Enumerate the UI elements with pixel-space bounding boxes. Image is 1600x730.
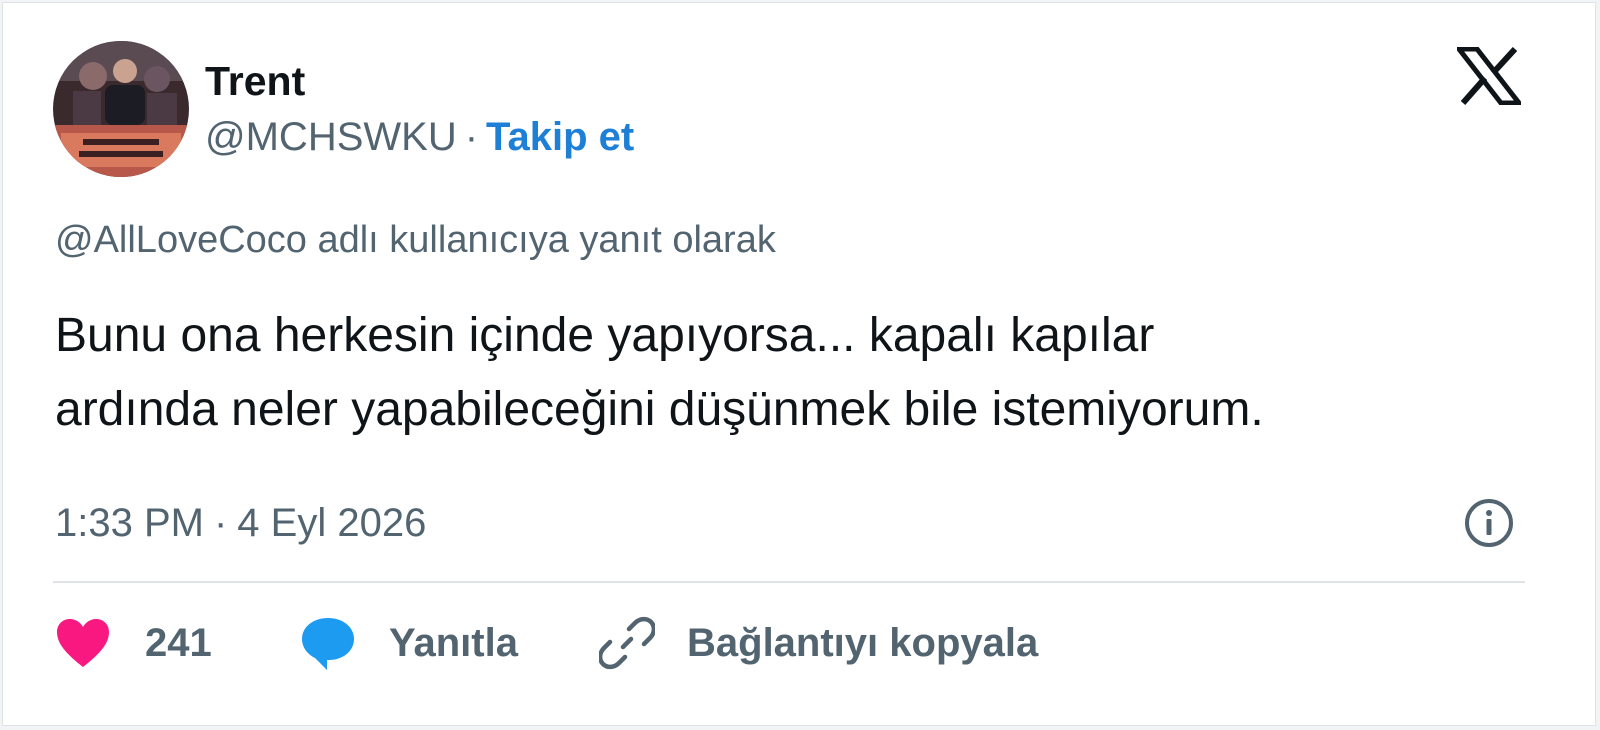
info-icon[interactable] xyxy=(1463,497,1515,549)
handle-separator: · xyxy=(464,115,479,159)
tweet-card: Trent @MCHSWKU · Takip et @AllLoveCoco adl… xyxy=(2,2,1596,726)
copy-link-button[interactable]: Bağlantıyı kopyala xyxy=(599,611,1038,675)
tweet-timestamp[interactable]: 1:33 PM · 4 Eyl 2026 xyxy=(55,499,426,547)
reply-button[interactable]: Yanıtla xyxy=(299,611,518,675)
like-button[interactable]: 241 xyxy=(55,611,212,675)
handle-row: @MCHSWKU · Takip et xyxy=(205,113,634,161)
reply-label: Yanıtla xyxy=(389,620,518,665)
link-icon xyxy=(599,616,655,670)
timestamp-separator: · xyxy=(213,501,228,545)
author-handle[interactable]: @MCHSWKU xyxy=(205,115,457,159)
tweet-text-line: Bunu ona herkesin içinde yapıyorsa... ka… xyxy=(55,309,1155,362)
tweet-text-line: ardında neler yapabileceğini düşünmek bi… xyxy=(55,383,1264,436)
heart-icon xyxy=(57,619,109,667)
avatar[interactable] xyxy=(53,41,189,177)
x-logo-icon[interactable] xyxy=(1457,47,1521,105)
tweet-date: 4 Eyl 2026 xyxy=(237,501,427,545)
copy-link-label: Bağlantıyı kopyala xyxy=(687,620,1039,665)
like-count: 241 xyxy=(145,620,212,665)
reply-context[interactable]: @AllLoveCoco adlı kullanıcıya yanıt olar… xyxy=(55,217,776,263)
avatar-image xyxy=(53,41,189,177)
follow-button[interactable]: Takip et xyxy=(486,115,634,159)
divider xyxy=(53,581,1525,583)
speech-bubble-icon xyxy=(302,618,354,670)
tweet-text: Bunu ona herkesin içinde yapıyorsa... ka… xyxy=(55,299,1555,447)
author-name[interactable]: Trent xyxy=(205,57,305,105)
tweet-time: 1:33 PM xyxy=(55,501,204,545)
